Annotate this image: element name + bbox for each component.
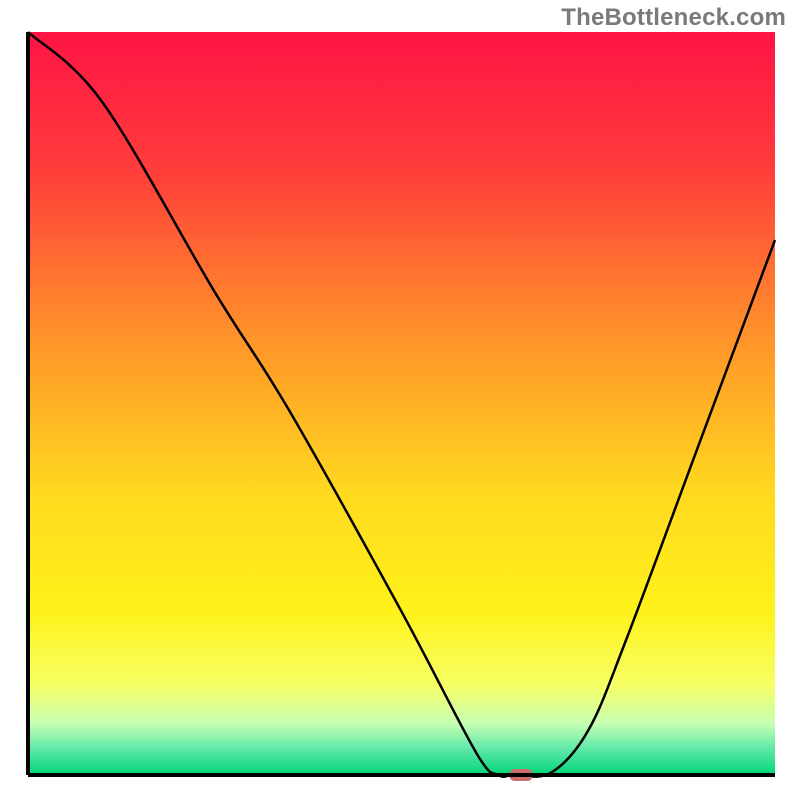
gradient-background [28, 32, 775, 775]
chart-container: TheBottleneck.com [0, 0, 800, 800]
watermark-text: TheBottleneck.com [561, 4, 786, 32]
bottleneck-chart [0, 0, 800, 800]
plot-area [28, 32, 775, 781]
